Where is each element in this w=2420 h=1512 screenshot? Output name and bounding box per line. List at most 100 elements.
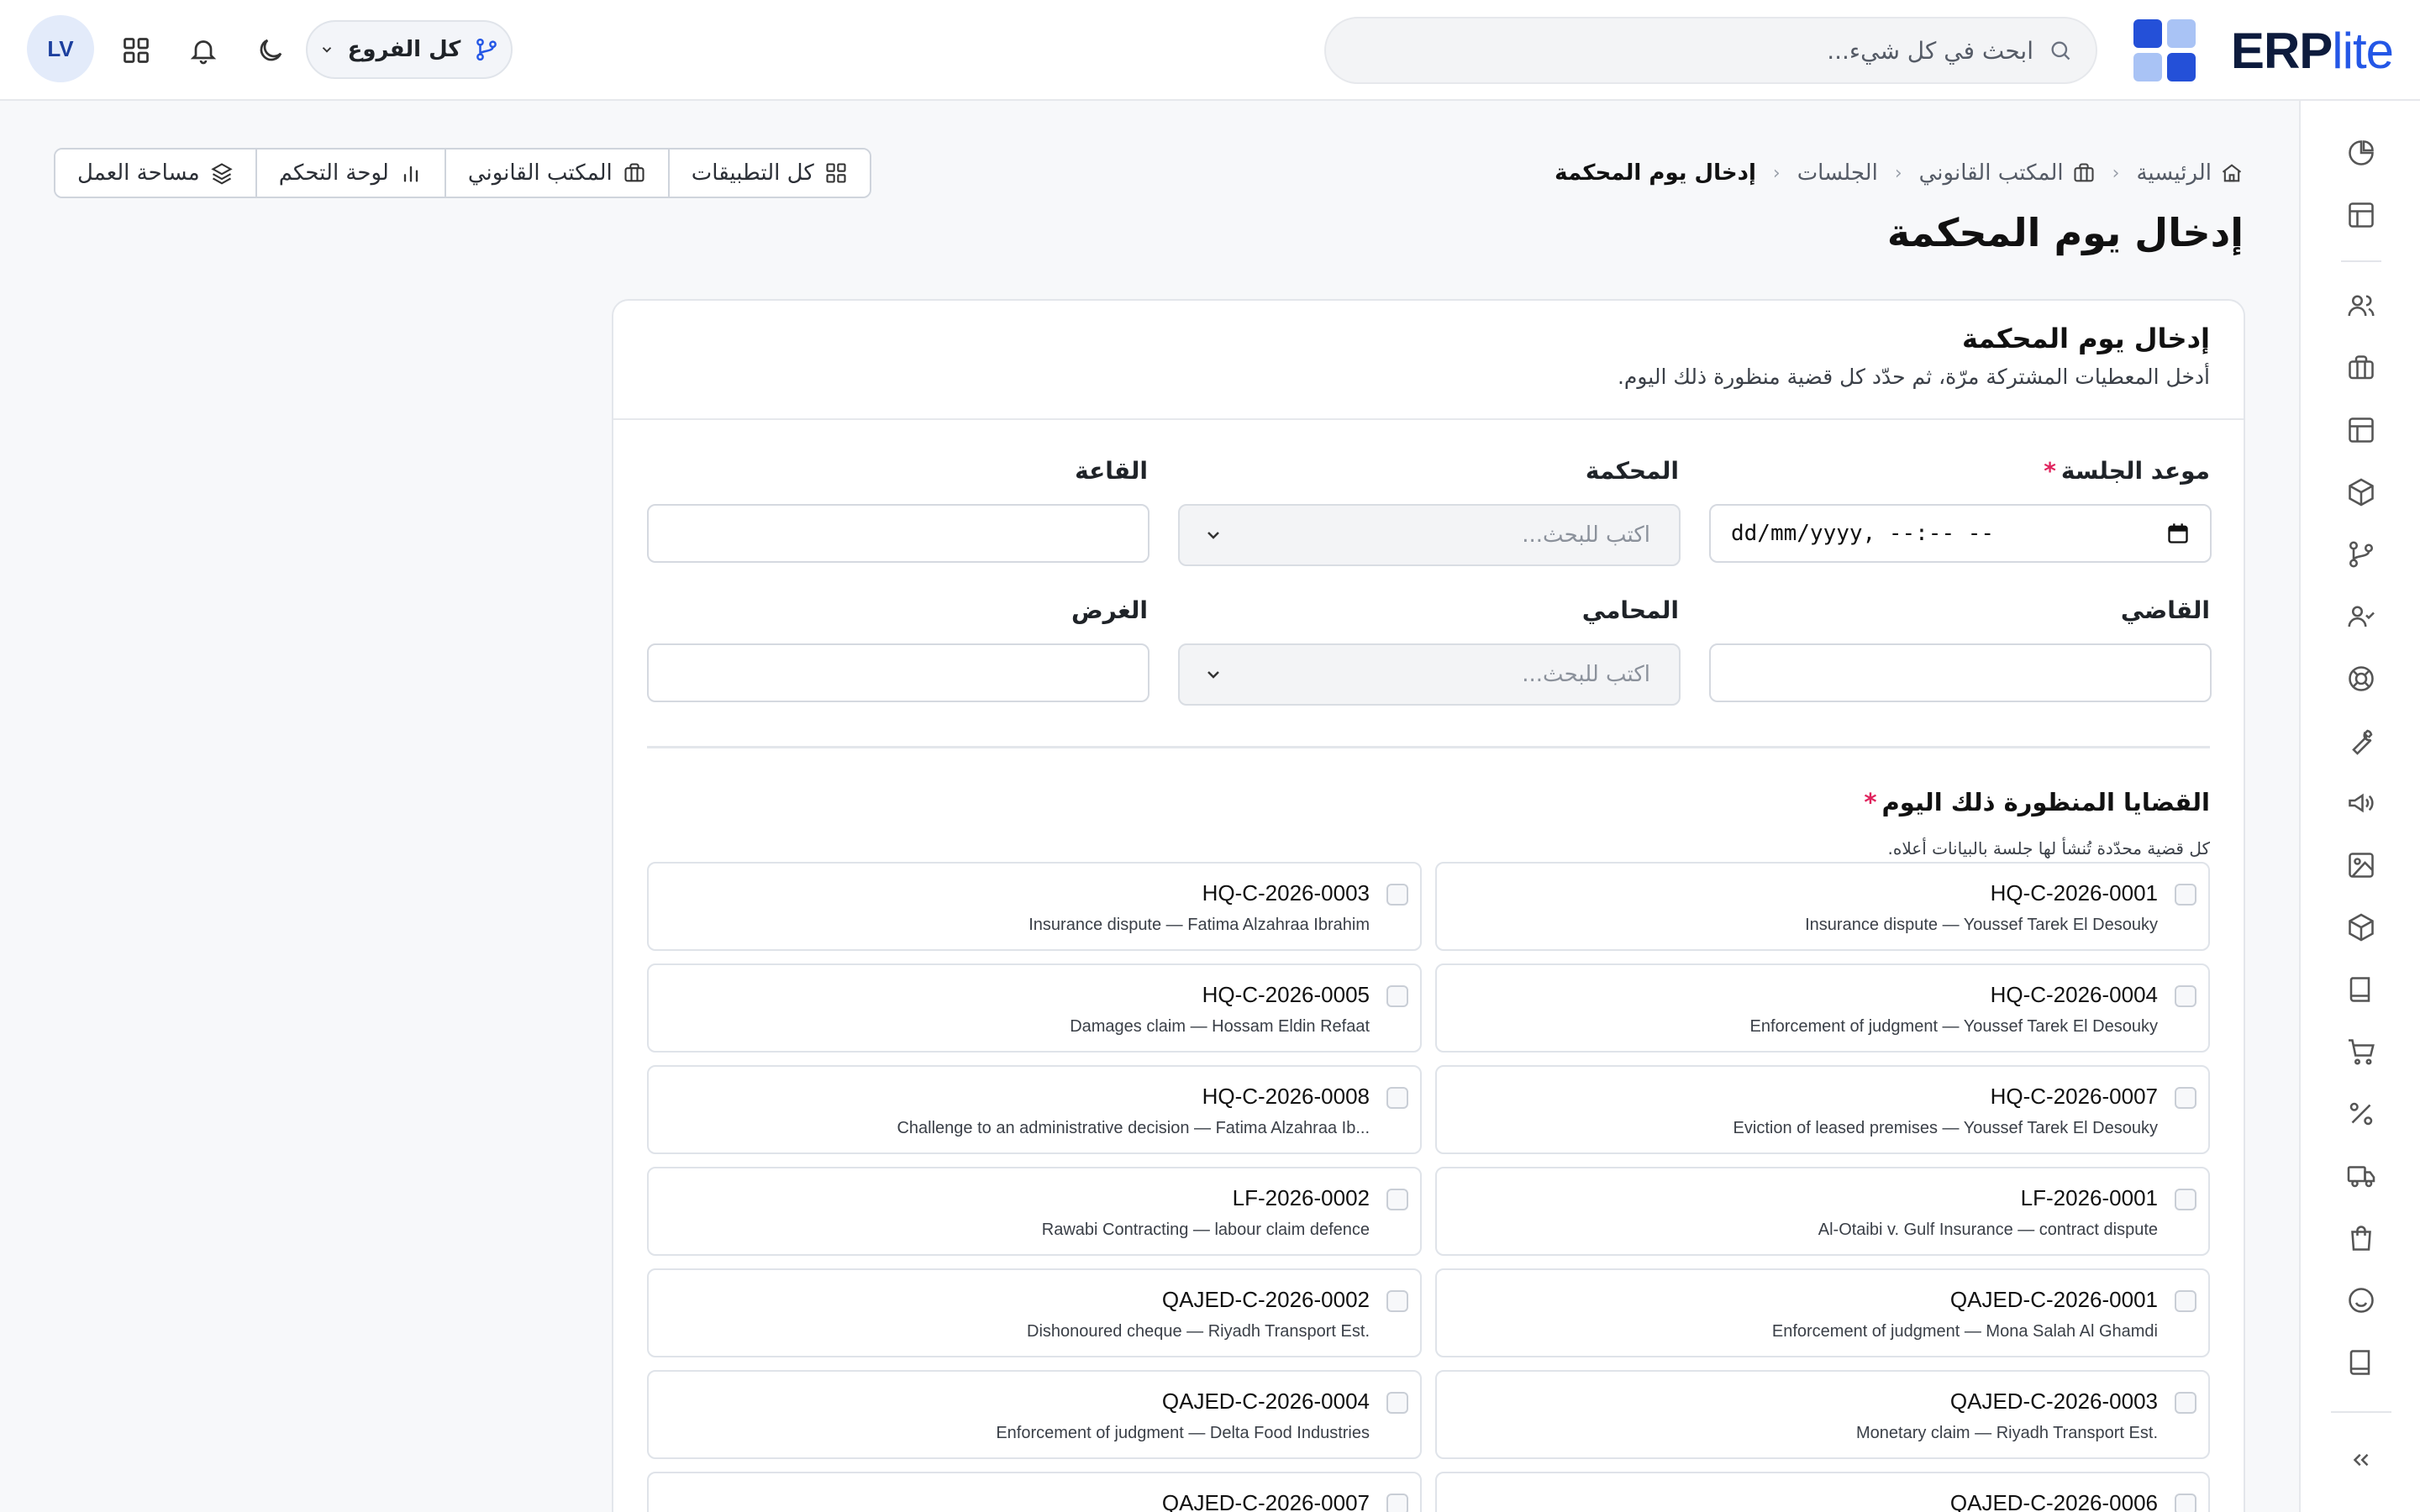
case-item[interactable]: HQ-C-2026-0008 Challenge to an administra… <box>647 1065 1422 1154</box>
case-checkbox[interactable] <box>1386 985 1408 1007</box>
card-header: إدخال يوم المحكمة أدخل المعطيات المشتركة… <box>613 301 2244 420</box>
workspace-button[interactable]: مساحة العمل <box>55 150 255 197</box>
case-item[interactable]: HQ-C-2026-0001 Insurance dispute — Yousse… <box>1435 862 2210 951</box>
global-search[interactable] <box>1324 17 2097 84</box>
layout-icon[interactable] <box>2343 197 2380 234</box>
court-select[interactable]: اكتب للبحث... <box>1178 504 1681 566</box>
case-checkbox[interactable] <box>1386 1189 1408 1210</box>
all-apps-button[interactable]: كل التطبيقات <box>667 150 870 197</box>
case-item[interactable]: HQ-C-2026-0005 Damages claim — Hossam Eld… <box>647 963 1422 1053</box>
book-icon[interactable] <box>2343 1344 2380 1381</box>
case-description: Enforcement of judgment — Delta Food Ind… <box>996 1424 1370 1442</box>
case-code: HQ-C-2026-0003 <box>1202 880 1370 906</box>
case-checkbox[interactable] <box>1386 1494 1408 1512</box>
session-time-input[interactable]: dd/mm/yyyy, --:-- -- <box>1709 504 2212 563</box>
layout-icon[interactable] <box>2343 412 2380 449</box>
judge-input[interactable] <box>1709 643 2212 702</box>
notifications-bell-icon[interactable] <box>185 32 222 69</box>
case-code: QAJED-C-2026-0002 <box>1161 1287 1370 1312</box>
breadcrumb-legal-office-label: المكتب القانوني <box>1918 160 2064 186</box>
user-avatar[interactable]: LV <box>27 15 94 82</box>
case-code: QAJED-C-2026-0006 <box>1949 1490 2158 1512</box>
breadcrumb: الرئيسية ‹ المكتب القانوني ‹ الجلسات ‹ إ… <box>1555 155 2244 192</box>
app-logo[interactable]: ERPlite <box>2133 18 2394 82</box>
case-item[interactable]: QAJED-C-2026-0002 Dishonoured cheque — Ri… <box>647 1268 1422 1357</box>
cases-title-text: القضايا المنظورة ذلك اليوم <box>1881 788 2210 816</box>
percent-icon[interactable] <box>2343 1095 2380 1132</box>
breadcrumb-legal-office[interactable]: المكتب القانوني <box>1919 160 2096 186</box>
megaphone-icon[interactable] <box>2343 785 2380 822</box>
breadcrumb-separator-icon: ‹ <box>2112 162 2120 184</box>
case-checkbox[interactable] <box>2175 1494 2196 1512</box>
branch-selector[interactable]: كل الفروع <box>306 20 513 79</box>
case-checkbox[interactable] <box>1386 884 1408 906</box>
card-title: إدخال يوم المحكمة <box>1961 323 2210 354</box>
lawyer-select[interactable]: اكتب للبحث... <box>1178 643 1681 706</box>
case-checkbox[interactable] <box>2175 985 2196 1007</box>
user-check-icon[interactable] <box>2343 598 2380 635</box>
case-description: Insurance dispute — Fatima Alzahraa Ibra… <box>1028 916 1370 934</box>
users-icon[interactable] <box>2343 287 2380 324</box>
book-icon[interactable] <box>2343 971 2380 1008</box>
session-time-label-text: موعد الجلسة <box>2060 457 2210 485</box>
hall-input[interactable] <box>647 504 1150 563</box>
case-description: Monetary claim — Riyadh Transport Est. <box>1855 1424 2158 1442</box>
case-item[interactable]: HQ-C-2026-0007 Eviction of leased premise… <box>1435 1065 2210 1154</box>
case-item[interactable]: LF-2026-0002 Rawabi Contracting — labour … <box>647 1167 1422 1256</box>
search-icon <box>2049 39 2072 62</box>
theme-toggle-moon-icon[interactable] <box>252 32 289 69</box>
session-time-value: dd/mm/yyyy, --:-- -- <box>1731 521 1995 546</box>
branch-icon[interactable] <box>2343 536 2380 573</box>
smile-icon[interactable] <box>2343 1282 2380 1319</box>
cube-icon[interactable] <box>2343 474 2380 511</box>
breadcrumb-current-label: إدخال يوم المحكمة <box>1555 160 1756 186</box>
case-checkbox[interactable] <box>2175 1392 2196 1414</box>
section-divider <box>647 746 2210 748</box>
box-icon[interactable] <box>2343 909 2380 946</box>
apps-grid-icon[interactable] <box>118 32 155 69</box>
judge-label: القاضي <box>2120 596 2210 624</box>
case-description: Damages claim — Hossam Eldin Refaat <box>1070 1017 1370 1036</box>
wrench-icon[interactable] <box>2343 722 2380 759</box>
cart-icon[interactable] <box>2343 1033 2380 1070</box>
briefcase-icon[interactable] <box>2343 349 2380 386</box>
workspace-label: مساحة العمل <box>77 160 200 186</box>
breadcrumb-sessions-label: الجلسات <box>1797 160 1878 186</box>
collapse-sidebar-icon[interactable] <box>2343 1441 2380 1478</box>
purpose-input[interactable] <box>647 643 1150 702</box>
breadcrumb-sessions[interactable]: الجلسات <box>1797 160 1878 186</box>
case-code: HQ-C-2026-0005 <box>1202 982 1370 1007</box>
calendar-icon[interactable] <box>2166 522 2190 545</box>
case-checkbox[interactable] <box>2175 1290 2196 1312</box>
search-input[interactable] <box>1378 36 2033 65</box>
case-item[interactable]: QAJED-C-2026-0007 <box>647 1472 1422 1512</box>
case-checkbox[interactable] <box>2175 1189 2196 1210</box>
pie-chart-icon[interactable] <box>2343 134 2380 171</box>
case-checkbox[interactable] <box>2175 1087 2196 1109</box>
legal-office-button[interactable]: المكتب القانوني <box>444 150 668 197</box>
case-description: Eviction of leased premises — Youssef Ta… <box>1733 1119 2158 1137</box>
court-label: المحكمة <box>1585 457 1679 485</box>
case-item[interactable]: QAJED-C-2026-0006 <box>1435 1472 2210 1512</box>
lifebuoy-icon[interactable] <box>2343 660 2380 697</box>
case-item[interactable]: HQ-C-2026-0003 Insurance dispute — Fatima… <box>647 862 1422 951</box>
lawyer-placeholder: اكتب للبحث... <box>1522 662 1650 687</box>
case-item[interactable]: HQ-C-2026-0004 Enforcement of judgment — … <box>1435 963 2210 1053</box>
case-item[interactable]: LF-2026-0001 Al-Otaibi v. Gulf Insurance … <box>1435 1167 2210 1256</box>
image-icon[interactable] <box>2343 847 2380 884</box>
case-checkbox[interactable] <box>1386 1392 1408 1414</box>
truck-icon[interactable] <box>2343 1158 2380 1194</box>
shopping-bag-icon[interactable] <box>2343 1220 2380 1257</box>
court-day-form-card: إدخال يوم المحكمة أدخل المعطيات المشتركة… <box>612 299 2245 1512</box>
card-subtitle: أدخل المعطيات المشتركة مرّة، ثم حدّد كل … <box>1617 365 2210 389</box>
case-item[interactable]: QAJED-C-2026-0004 Enforcement of judgment… <box>647 1370 1422 1459</box>
dashboard-button[interactable]: لوحة التحكم <box>255 150 445 197</box>
breadcrumb-home[interactable]: الرئيسية <box>2136 160 2244 186</box>
case-checkbox[interactable] <box>1386 1290 1408 1312</box>
case-code: HQ-C-2026-0004 <box>1990 982 2158 1007</box>
logo-erp: ERP <box>2230 22 2333 79</box>
case-checkbox[interactable] <box>2175 884 2196 906</box>
case-checkbox[interactable] <box>1386 1087 1408 1109</box>
case-item[interactable]: QAJED-C-2026-0003 Monetary claim — Riyadh… <box>1435 1370 2210 1459</box>
case-item[interactable]: QAJED-C-2026-0001 Enforcement of judgment… <box>1435 1268 2210 1357</box>
